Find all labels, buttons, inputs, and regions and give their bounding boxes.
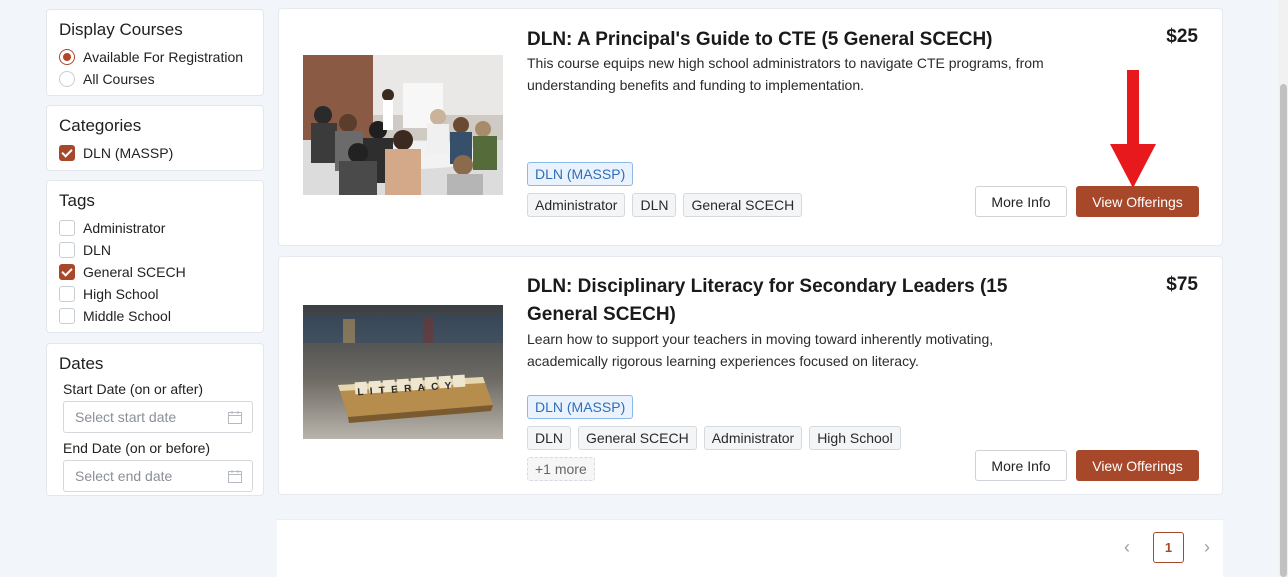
- checkbox-label: Middle School: [83, 308, 171, 324]
- dates-panel: Dates Start Date (on or after) Select st…: [46, 343, 264, 496]
- view-offerings-button[interactable]: View Offerings: [1076, 186, 1199, 217]
- classroom-photo: [303, 55, 503, 195]
- tags-panel: Tags Administrator DLN General SCECH Hig…: [46, 180, 264, 333]
- end-date-placeholder: Select end date: [75, 468, 173, 484]
- categories-title: Categories: [59, 116, 142, 135]
- end-date-label: End Date (on or before): [63, 440, 211, 456]
- literacy-photo: LITERACY: [303, 305, 503, 439]
- radio-all-courses[interactable]: All Courses: [59, 68, 251, 90]
- more-info-button[interactable]: More Info: [975, 450, 1067, 481]
- course-description: This course equips new high school admin…: [527, 55, 1044, 93]
- tag-option-high-school[interactable]: High School: [59, 283, 251, 305]
- checkbox[interactable]: [59, 308, 75, 324]
- radio-button-selected[interactable]: [59, 49, 75, 65]
- checkbox-label: Administrator: [83, 220, 166, 236]
- tag-chip: Administrator: [703, 426, 803, 450]
- category-chip: DLN (MASSP): [527, 395, 634, 419]
- tag-chip-row: Administrator DLN General SCECH: [527, 193, 803, 217]
- calendar-icon[interactable]: [228, 410, 242, 424]
- checkbox-checked[interactable]: [59, 145, 75, 161]
- start-date-label: Start Date (on or after): [63, 381, 204, 397]
- tag-option-administrator[interactable]: Administrator: [59, 217, 251, 239]
- current-page-button[interactable]: 1: [1153, 532, 1184, 563]
- display-courses-panel: Display Courses Available For Registrati…: [46, 9, 264, 96]
- course-card: DLN: A Principal's Guide to CTE (5 Gener…: [278, 8, 1223, 246]
- tag-chip: DLN: [527, 426, 572, 450]
- tag-chip: High School: [809, 426, 901, 450]
- pagination: ‹ 1 ›: [277, 519, 1223, 577]
- radio-label: Available For Registration: [83, 49, 244, 65]
- radio-label: All Courses: [83, 71, 155, 87]
- tags-title: Tags: [59, 191, 95, 210]
- course-price: $75: [1166, 274, 1198, 295]
- start-date-input[interactable]: Select start date: [63, 401, 253, 433]
- checkbox-label: DLN: [83, 242, 112, 258]
- tag-chip: DLN: [632, 193, 677, 217]
- tag-chip: Administrator: [527, 193, 626, 217]
- red-arrow-annotation-icon: [1110, 70, 1156, 188]
- dates-title: Dates: [59, 354, 104, 373]
- calendar-icon[interactable]: [228, 469, 242, 483]
- scrollbar-track[interactable]: [1278, 0, 1288, 577]
- tag-option-general-scech[interactable]: General SCECH: [59, 261, 251, 283]
- tag-chip-row: DLN General SCECH Administrator High Sch…: [527, 426, 901, 450]
- view-offerings-button[interactable]: View Offerings: [1076, 450, 1199, 481]
- course-card: LITERACY DLN: Disciplinary Literacy for …: [278, 256, 1223, 495]
- checkbox[interactable]: [59, 220, 75, 236]
- tag-chip: General SCECH: [683, 193, 803, 217]
- scrollbar-thumb[interactable]: [1280, 84, 1287, 577]
- course-title[interactable]: DLN: A Principal's Guide to CTE (5 Gener…: [527, 26, 1027, 54]
- categories-panel: Categories DLN (MASSP): [46, 105, 264, 171]
- category-chip-row: DLN (MASSP): [527, 395, 634, 419]
- course-image-literacy: LITERACY: [303, 305, 503, 439]
- display-courses-title: Display Courses: [59, 20, 183, 39]
- radio-button[interactable]: [59, 71, 75, 87]
- checkbox-checked[interactable]: [59, 264, 75, 280]
- tag-chip: General SCECH: [578, 426, 697, 450]
- category-chip: DLN (MASSP): [527, 162, 634, 186]
- category-option-dln-massp[interactable]: DLN (MASSP): [59, 142, 251, 164]
- more-tags-chip[interactable]: +1 more: [527, 457, 595, 481]
- checkbox-label: DLN (MASSP): [83, 145, 174, 161]
- category-chip-row: DLN (MASSP): [527, 162, 634, 186]
- previous-page-icon[interactable]: ‹: [1120, 538, 1134, 556]
- course-price: $25: [1166, 26, 1198, 47]
- course-title[interactable]: DLN: Disciplinary Literacy for Secondary…: [527, 273, 1027, 329]
- next-page-icon[interactable]: ›: [1200, 538, 1214, 556]
- checkbox[interactable]: [59, 286, 75, 302]
- more-tags-row: +1 more: [527, 457, 595, 481]
- radio-available-for-registration[interactable]: Available For Registration: [59, 46, 251, 68]
- course-description: Learn how to support your teachers in mo…: [527, 331, 994, 369]
- more-info-button[interactable]: More Info: [975, 186, 1067, 217]
- tag-option-middle-school[interactable]: Middle School: [59, 305, 251, 327]
- start-date-placeholder: Select start date: [75, 409, 177, 425]
- checkbox[interactable]: [59, 242, 75, 258]
- checkbox-label: High School: [83, 286, 159, 302]
- end-date-input[interactable]: Select end date: [63, 460, 253, 492]
- course-image-classroom: [303, 55, 503, 195]
- tag-option-dln[interactable]: DLN: [59, 239, 251, 261]
- checkbox-label: General SCECH: [83, 264, 186, 280]
